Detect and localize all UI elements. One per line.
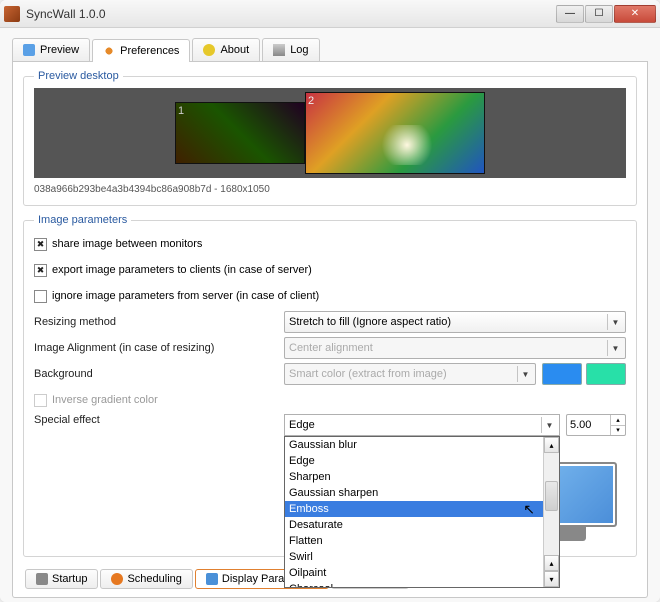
scroll-thumb[interactable] bbox=[545, 481, 558, 511]
monitor-thumb-2[interactable]: 2 bbox=[305, 92, 485, 174]
effect-option[interactable]: Gaussian blur bbox=[285, 437, 543, 453]
top-tabbar: Preview Preferences About Log bbox=[12, 38, 648, 62]
scroll-track[interactable] bbox=[544, 453, 559, 555]
effect-option[interactable]: Desaturate bbox=[285, 517, 543, 533]
effect-option[interactable]: Charcoal bbox=[285, 581, 543, 587]
inverse-label: Inverse gradient color bbox=[52, 394, 158, 406]
background-label: Background bbox=[34, 368, 284, 380]
about-icon bbox=[203, 44, 215, 56]
share-checkbox[interactable] bbox=[34, 238, 47, 251]
effect-option[interactable]: Gaussian sharpen bbox=[285, 485, 543, 501]
titlebar[interactable]: SyncWall 1.0.0 — ☐ ✕ bbox=[0, 0, 660, 28]
color-swatches bbox=[542, 363, 626, 385]
combo-value: Edge bbox=[289, 419, 315, 431]
effect-dropdown: Gaussian blurEdgeSharpenGaussian sharpen… bbox=[284, 436, 560, 588]
preview-group: Preview desktop 1 2 038a966b293be4a3b439… bbox=[23, 70, 637, 206]
tab-label: Preview bbox=[40, 44, 79, 56]
thumb-label: 1 bbox=[178, 105, 184, 117]
effect-combo[interactable]: Edge ▼ bbox=[284, 414, 560, 436]
alignment-label: Image Alignment (in case of resizing) bbox=[34, 342, 284, 354]
effect-option[interactable]: Edge bbox=[285, 453, 543, 469]
combo-value: Stretch to fill (Ignore aspect ratio) bbox=[289, 316, 451, 328]
maximize-button[interactable]: ☐ bbox=[585, 5, 613, 23]
tab-label: Log bbox=[290, 44, 308, 56]
preview-legend: Preview desktop bbox=[34, 70, 123, 82]
app-icon bbox=[4, 6, 20, 22]
monitor-thumb-1[interactable]: 1 bbox=[175, 102, 305, 164]
tab-label: Preferences bbox=[120, 45, 179, 57]
share-row: share image between monitors bbox=[34, 232, 626, 256]
close-button[interactable]: ✕ bbox=[614, 5, 656, 23]
effect-option[interactable]: Swirl bbox=[285, 549, 543, 565]
chevron-down-icon: ▼ bbox=[517, 366, 533, 382]
effect-option[interactable]: Flatten bbox=[285, 533, 543, 549]
resizing-row: Resizing method Stretch to fill (Ignore … bbox=[34, 310, 626, 334]
effect-spin-input[interactable] bbox=[567, 419, 607, 431]
app-window: SyncWall 1.0.0 — ☐ ✕ Preview Preferences… bbox=[0, 0, 660, 602]
preferences-icon bbox=[103, 45, 115, 57]
combo-value: Smart color (extract from image) bbox=[289, 368, 447, 380]
minimize-button[interactable]: — bbox=[556, 5, 584, 23]
ignore-checkbox[interactable] bbox=[34, 290, 47, 303]
chevron-down-icon: ▼ bbox=[607, 340, 623, 356]
combo-value: Center alignment bbox=[289, 342, 373, 354]
ignore-label: ignore image parameters from server (in … bbox=[52, 290, 319, 302]
export-row: export image parameters to clients (in c… bbox=[34, 258, 626, 282]
tab-preview[interactable]: Preview bbox=[12, 38, 90, 61]
log-icon bbox=[273, 44, 285, 56]
chevron-down-icon: ▼ bbox=[541, 417, 557, 433]
btab-label: Scheduling bbox=[127, 573, 181, 585]
tab-label: About bbox=[220, 44, 249, 56]
background-combo[interactable]: Smart color (extract from image) ▼ bbox=[284, 363, 536, 385]
alignment-combo[interactable]: Center alignment ▼ bbox=[284, 337, 626, 359]
spin-down-button[interactable]: ▾ bbox=[611, 426, 625, 436]
spin-up-button[interactable]: ▴ bbox=[611, 415, 625, 426]
scroll-down-button[interactable]: ▾ bbox=[544, 571, 559, 587]
thumb-label: 2 bbox=[308, 95, 314, 107]
inverse-row: Inverse gradient color bbox=[34, 388, 626, 412]
preview-icon bbox=[23, 44, 35, 56]
export-checkbox[interactable] bbox=[34, 264, 47, 277]
tab-panel: Preview desktop 1 2 038a966b293be4a3b439… bbox=[12, 62, 648, 598]
tab-about[interactable]: About bbox=[192, 38, 260, 61]
effect-option[interactable]: Emboss bbox=[285, 501, 543, 517]
scheduling-icon bbox=[111, 573, 123, 585]
share-label: share image between monitors bbox=[52, 238, 202, 250]
resizing-label: Resizing method bbox=[34, 316, 284, 328]
background-row: Background Smart color (extract from ima… bbox=[34, 362, 626, 386]
effect-combo-wrap: Edge ▼ Gaussian blurEdgeSharpenGaussian … bbox=[284, 414, 560, 436]
effect-label: Special effect bbox=[34, 414, 284, 426]
btab-scheduling[interactable]: Scheduling bbox=[100, 569, 192, 589]
window-title: SyncWall 1.0.0 bbox=[26, 7, 556, 21]
params-legend: Image parameters bbox=[34, 214, 131, 226]
scroll-up-button[interactable]: ▴ bbox=[544, 437, 559, 453]
color-swatch-2[interactable] bbox=[586, 363, 626, 385]
btab-startup[interactable]: Startup bbox=[25, 569, 98, 589]
startup-icon bbox=[36, 573, 48, 585]
scrollbar[interactable]: ▴ ▴ ▾ bbox=[543, 437, 559, 587]
ignore-row: ignore image parameters from server (in … bbox=[34, 284, 626, 308]
btab-label: Startup bbox=[52, 573, 87, 585]
inverse-checkbox bbox=[34, 394, 47, 407]
content-area: Preview Preferences About Log Preview de… bbox=[0, 28, 660, 602]
export-label: export image parameters to clients (in c… bbox=[52, 264, 312, 276]
effect-option[interactable]: Sharpen bbox=[285, 469, 543, 485]
effect-row: Special effect Edge ▼ Gaussian blurEdgeS… bbox=[34, 414, 626, 438]
effect-option[interactable]: Oilpaint bbox=[285, 565, 543, 581]
preview-canvas: 1 2 bbox=[34, 88, 626, 178]
alignment-row: Image Alignment (in case of resizing) Ce… bbox=[34, 336, 626, 360]
image-params-group: Image parameters share image between mon… bbox=[23, 214, 637, 557]
color-swatch-1[interactable] bbox=[542, 363, 582, 385]
display-icon bbox=[206, 573, 218, 585]
scroll-up2-button[interactable]: ▴ bbox=[544, 555, 559, 571]
effect-spin[interactable]: ▴ ▾ bbox=[566, 414, 626, 436]
tab-log[interactable]: Log bbox=[262, 38, 319, 61]
preview-caption: 038a966b293be4a3b4394bc86a908b7d - 1680x… bbox=[34, 178, 626, 195]
resizing-combo[interactable]: Stretch to fill (Ignore aspect ratio) ▼ bbox=[284, 311, 626, 333]
chevron-down-icon: ▼ bbox=[607, 314, 623, 330]
tab-preferences[interactable]: Preferences bbox=[92, 39, 190, 62]
